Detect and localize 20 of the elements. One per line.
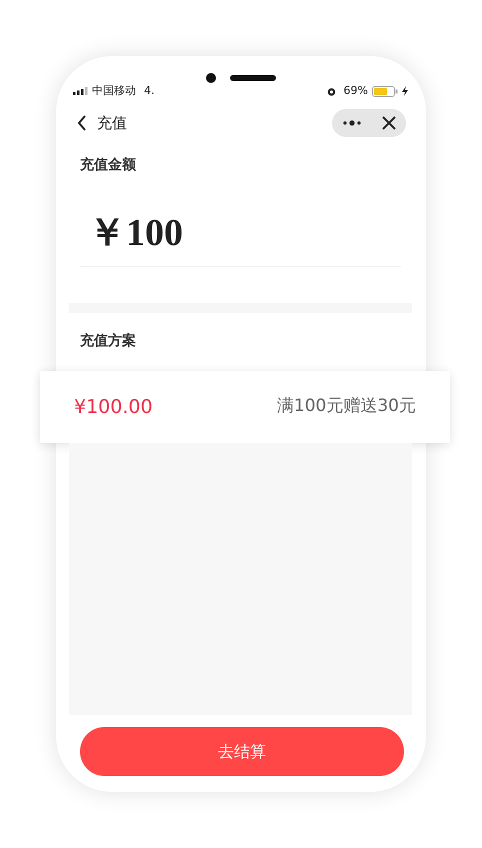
more-icon[interactable]: [342, 120, 360, 126]
close-icon[interactable]: [382, 116, 396, 130]
battery-percent: 69%: [344, 82, 368, 99]
section-title: 充值金额: [80, 156, 137, 175]
amount-input[interactable]: ￥100: [80, 214, 183, 252]
charging-icon: [402, 86, 408, 96]
page-title: 充值: [97, 112, 127, 134]
checkout-button[interactable]: 去结算: [80, 727, 404, 776]
plan-description: 满100元赠送30元: [276, 395, 416, 418]
section-title: 充值方案: [80, 332, 137, 351]
signal-icon: [73, 87, 88, 95]
battery-icon: [372, 86, 398, 96]
plan-price: ¥100.00: [74, 394, 153, 420]
carrier-text: 中国移动: [92, 82, 136, 99]
camera-icon: [206, 73, 216, 83]
network-text: 4.: [144, 82, 154, 99]
back-icon[interactable]: [77, 115, 87, 131]
plan-card[interactable]: ¥100.00 满100元赠送30元: [40, 371, 450, 443]
alarm-icon: [326, 86, 336, 96]
speaker-icon: [230, 75, 276, 81]
